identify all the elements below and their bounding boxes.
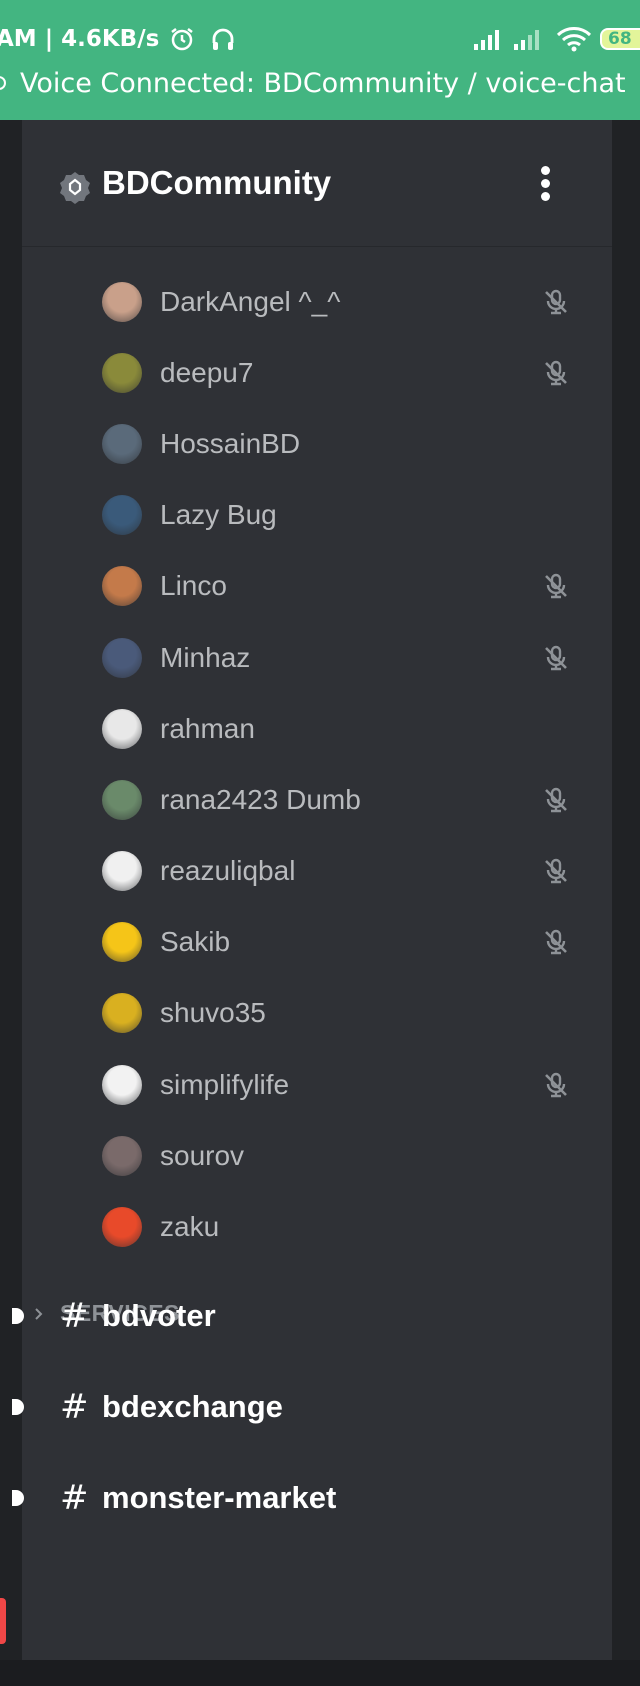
wifi-icon <box>556 27 592 52</box>
avatar <box>102 779 142 820</box>
avatar <box>102 993 142 1034</box>
status-right-icons: 68 <box>472 18 640 60</box>
voice-user-row[interactable]: Lazy Bug <box>22 480 612 551</box>
user-name: Linco <box>160 570 227 602</box>
voice-user-row[interactable]: rahman <box>22 693 612 764</box>
channel-name: bdexchange <box>102 1389 283 1424</box>
mic-muted-icon <box>545 930 567 955</box>
voice-user-list: DarkAngel ^_^ deepu7 HossainBD Lazy Bug Linc… <box>22 266 612 1263</box>
chat-edge <box>612 120 640 1660</box>
alarm-icon <box>171 28 194 51</box>
mic-muted-icon <box>545 574 567 599</box>
voice-user-row[interactable]: Sakib <box>22 907 612 978</box>
user-name: shuvo35 <box>160 997 266 1029</box>
voice-user-row[interactable]: Linco <box>22 551 612 622</box>
user-name: deepu7 <box>160 356 254 388</box>
more-options-icon[interactable] <box>534 162 556 212</box>
avatar <box>102 352 142 393</box>
mic-muted-icon <box>545 1072 567 1097</box>
user-name: Sakib <box>160 926 231 958</box>
channel-name: bdvoter <box>102 1298 216 1333</box>
channel-name: monster-market <box>102 1480 337 1515</box>
unread-indicator <box>12 1490 24 1506</box>
voice-connected-bar[interactable]: Voice Connected: BDCommunity / voice-cha… <box>0 62 640 104</box>
avatar <box>102 922 142 963</box>
user-name: sourov <box>160 1139 245 1171</box>
hash-icon: # <box>60 1478 89 1518</box>
voice-user-row[interactable]: Minhaz <box>22 622 612 693</box>
user-name: Lazy Bug <box>160 499 277 531</box>
mic-muted-icon <box>545 645 567 670</box>
headphones-icon <box>212 28 234 50</box>
voice-user-row[interactable]: rana2423 Dumb <box>22 764 612 835</box>
voice-user-row[interactable]: DarkAngel ^_^ <box>22 266 612 337</box>
user-name: rana2423 Dumb <box>160 783 361 815</box>
user-name: simplifylife <box>160 1068 290 1100</box>
channel-panel: BDCommunity DarkAngel ^_^ deepu7 HossainBD… <box>12 120 612 1660</box>
battery-indicator: 68 <box>600 28 640 50</box>
voice-connected-label: Voice Connected: BDCommunity / voice-cha… <box>20 67 626 99</box>
server-badge-icon <box>60 172 90 204</box>
avatar <box>102 566 142 607</box>
voice-user-row[interactable]: shuvo35 <box>22 978 612 1049</box>
user-name: reazuliqbal <box>160 855 296 887</box>
avatar <box>102 708 142 749</box>
voice-status-icon <box>0 76 6 90</box>
avatar <box>102 1064 142 1105</box>
avatar <box>102 495 142 536</box>
signal-weak-icon <box>514 30 539 50</box>
status-bar: AM | 4.6KB/s 68 Voice Connected: BDCommu… <box>0 0 640 120</box>
user-name: zaku <box>160 1211 220 1243</box>
voice-user-row[interactable]: HossainBD <box>22 408 612 479</box>
signal-icon <box>474 30 499 50</box>
voice-user-row[interactable]: sourov <box>22 1120 612 1191</box>
unread-indicator <box>12 1399 24 1415</box>
avatar <box>102 281 142 322</box>
status-time-speed: AM | 4.6KB/s <box>0 26 160 52</box>
user-name: rahman <box>160 712 255 744</box>
status-bar-top: AM | 4.6KB/s 68 <box>0 18 640 60</box>
mic-muted-icon <box>545 787 567 813</box>
hash-icon: # <box>60 1387 89 1427</box>
channel-monster-market[interactable]: # monster-market <box>12 1468 612 1528</box>
mic-muted-icon <box>545 289 567 314</box>
avatar <box>102 1207 142 1248</box>
unread-indicator <box>12 1308 24 1324</box>
bottom-bar <box>0 1660 640 1686</box>
battery-level: 68 <box>608 29 632 49</box>
voice-user-row[interactable]: deepu7 <box>22 337 612 408</box>
voice-user-row[interactable]: simplifylife <box>22 1049 612 1120</box>
notification-tab <box>0 1598 6 1644</box>
voice-user-row[interactable]: reazuliqbal <box>22 836 612 907</box>
avatar <box>102 423 142 464</box>
user-name: Minhaz <box>160 641 251 673</box>
user-name: HossainBD <box>160 427 301 459</box>
hash-icon: # <box>60 1296 89 1336</box>
guild-sidebar-edge <box>0 120 22 1686</box>
channel-bdvoter[interactable]: # bdvoter <box>12 1286 612 1346</box>
avatar <box>102 1135 142 1176</box>
avatar <box>102 851 142 892</box>
channel-bdexchange[interactable]: # bdexchange <box>12 1377 612 1437</box>
avatar <box>102 637 142 678</box>
server-name: BDCommunity <box>102 164 332 201</box>
mic-muted-icon <box>545 360 567 385</box>
voice-user-row[interactable]: zaku <box>22 1191 612 1262</box>
mic-muted-icon <box>545 858 567 884</box>
user-name: DarkAngel ^_^ <box>160 285 341 317</box>
server-header[interactable]: BDCommunity <box>22 120 612 247</box>
